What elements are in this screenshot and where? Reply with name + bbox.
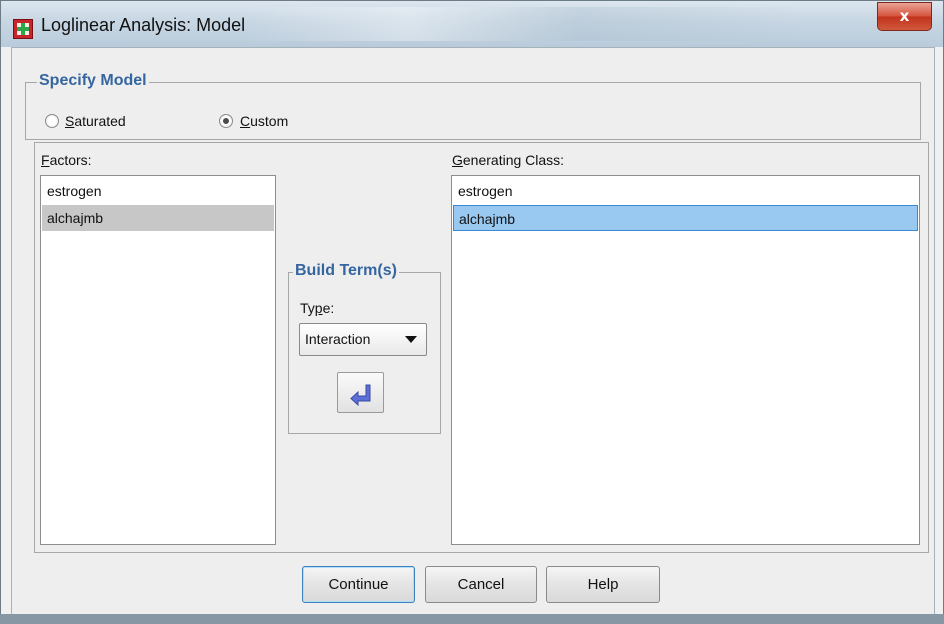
specify-model-legend: Specify Model	[37, 72, 149, 90]
transfer-button[interactable]	[337, 372, 384, 413]
continue-button[interactable]: Continue	[302, 566, 415, 603]
type-dropdown[interactable]: Interaction	[299, 323, 427, 356]
window-title: Loglinear Analysis: Model	[41, 15, 246, 35]
type-label: Type:	[300, 300, 335, 316]
custom-label-rest: ustom	[250, 113, 289, 129]
custom-radio[interactable]	[219, 114, 233, 128]
specify-model-group	[25, 82, 921, 140]
saturated-label[interactable]: Saturated	[65, 113, 126, 129]
custom-label[interactable]: Custom	[240, 113, 288, 129]
app-icon	[13, 19, 33, 39]
generating-item-alchajmb[interactable]: alchajmb	[453, 205, 918, 231]
help-button[interactable]: Help	[546, 566, 660, 603]
factors-label-rest: actors:	[49, 152, 92, 168]
saturated-radio[interactable]	[45, 114, 59, 128]
type-dropdown-value: Interaction	[305, 331, 371, 347]
chevron-down-icon	[405, 336, 417, 343]
build-terms-legend: Build Term(s)	[293, 262, 399, 280]
factor-item-alchajmb[interactable]: alchajmb	[42, 205, 274, 231]
cancel-button[interactable]: Cancel	[425, 566, 537, 603]
factors-label: Factors:	[41, 152, 92, 168]
transfer-arrow-icon	[350, 384, 371, 407]
close-button[interactable]: x	[877, 2, 932, 31]
window-bottom-edge	[0, 614, 944, 624]
saturated-label-rest: aturated	[74, 113, 126, 129]
generating-class-label-rest: enerating Class:	[462, 152, 565, 168]
title-bar[interactable]: Loglinear Analysis: Model x	[1, 1, 943, 47]
factor-item-estrogen[interactable]: estrogen	[42, 178, 274, 204]
generating-class-label: Generating Class:	[452, 152, 565, 168]
factors-listbox[interactable]: estrogen alchajmb	[40, 175, 276, 545]
generating-class-listbox[interactable]: estrogen alchajmb	[451, 175, 920, 545]
generating-item-estrogen[interactable]: estrogen	[453, 178, 918, 204]
